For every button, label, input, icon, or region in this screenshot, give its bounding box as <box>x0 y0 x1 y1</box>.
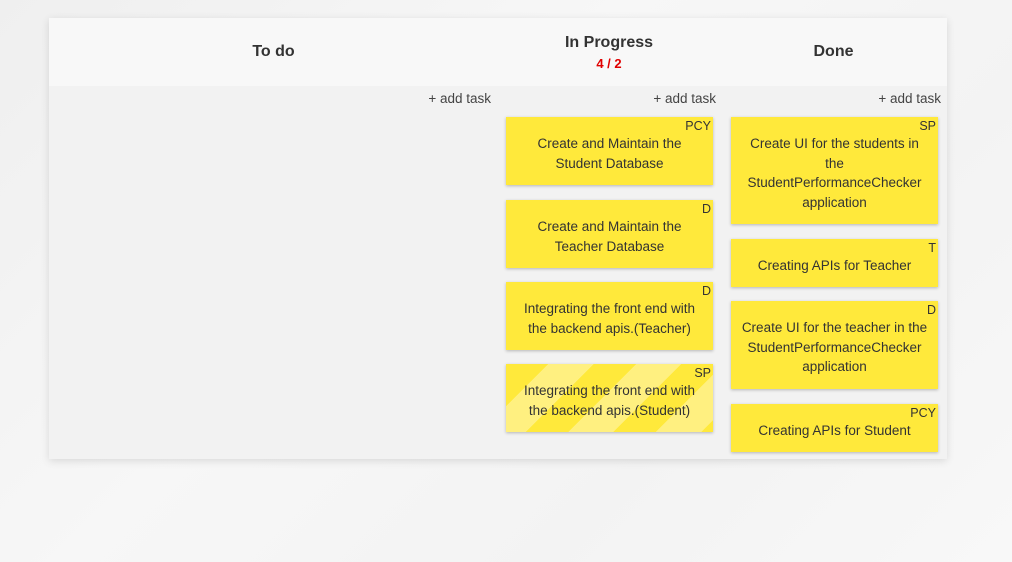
task-card[interactable]: SP Create UI for the students in the Stu… <box>731 117 938 224</box>
card-assignee-tag: D <box>701 202 711 216</box>
card-assignee-tag: D <box>926 303 936 317</box>
card-assignee-tag: PCY <box>685 119 711 133</box>
column-title-todo-label: To do <box>252 43 295 60</box>
card-text: Creating APIs for Student <box>758 423 911 438</box>
kanban-board: To do In Progress 4 / 2 Done + add task … <box>49 18 947 459</box>
add-task-in-progress[interactable]: + add task <box>644 91 716 106</box>
add-task-done[interactable]: + add task <box>869 91 941 106</box>
task-card[interactable]: D Create UI for the teacher in the Stude… <box>731 301 938 389</box>
task-card[interactable]: D Create and Maintain the Teacher Databa… <box>506 200 713 268</box>
card-assignee-tag: D <box>701 284 711 298</box>
card-text: Create UI for the teacher in the Student… <box>741 320 928 374</box>
column-title-done: Done <box>720 18 947 86</box>
card-text: Create and Maintain the Student Database <box>537 136 682 171</box>
add-task-todo[interactable]: + add task <box>419 91 491 106</box>
card-assignee-tag: PCY <box>910 406 936 420</box>
card-text: Create UI for the students in the Studen… <box>747 136 922 210</box>
column-title-done-label: Done <box>813 43 854 60</box>
card-assignee-tag: T <box>928 241 936 255</box>
card-text: Creating APIs for Teacher <box>757 258 912 273</box>
card-text: Create and Maintain the Teacher Database <box>537 219 682 254</box>
card-assignee-tag: SP <box>919 119 936 133</box>
column-title-todo: To do <box>49 18 498 86</box>
task-card[interactable]: T Creating APIs for Teacher <box>731 239 938 287</box>
card-text: Integrating the front end with the backe… <box>523 301 696 336</box>
wip-limit-counter: 4 / 2 <box>596 55 622 71</box>
column-title-in-progress: In Progress 4 / 2 <box>498 18 720 86</box>
task-card-selected[interactable]: SP Integrating the front end with the ba… <box>506 364 713 432</box>
task-card[interactable]: PCY Create and Maintain the Student Data… <box>506 117 713 185</box>
task-card[interactable]: D Integrating the front end with the bac… <box>506 282 713 350</box>
card-text: Integrating the front end with the backe… <box>523 383 696 418</box>
column-title-in-progress-label: In Progress <box>564 33 654 51</box>
card-assignee-tag: SP <box>694 366 711 380</box>
task-card[interactable]: PCY Creating APIs for Student <box>731 404 938 452</box>
